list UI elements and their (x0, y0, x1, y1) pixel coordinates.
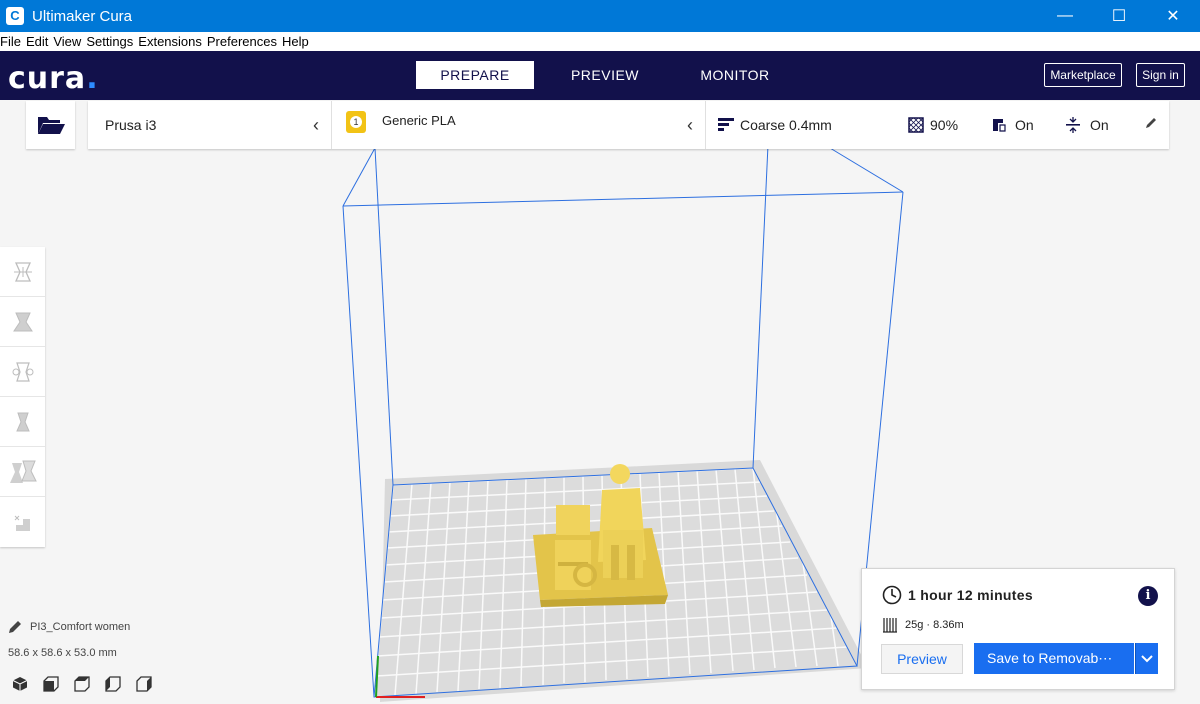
infill-value: 90% (930, 117, 959, 133)
save-to-removable-button[interactable]: Save to Removab⋯ (974, 643, 1134, 674)
tab-monitor[interactable]: MONITOR (676, 61, 794, 89)
edit-settings-button[interactable] (1144, 116, 1158, 130)
marketplace-button[interactable]: Marketplace (1044, 63, 1122, 87)
scale-tool-icon (12, 312, 33, 331)
menu-file[interactable]: File (0, 34, 21, 49)
support-blocker-icon (14, 515, 30, 531)
maximize-button[interactable]: ☐ (1092, 0, 1146, 32)
pencil-icon (9, 621, 21, 633)
print-summary-panel: 1 hour 12 minutes i 25g · 8.36m Preview … (861, 568, 1175, 690)
chevron-left-icon: ‹ (313, 115, 319, 135)
extruder-number: 1 (350, 116, 362, 128)
object-name: PI3_Comfort women (30, 621, 131, 633)
support-value: On (1015, 117, 1034, 133)
view-left-button[interactable] (105, 674, 136, 694)
save-options-dropdown[interactable] (1135, 643, 1158, 674)
cube-3d-icon (12, 677, 28, 691)
logo-dot: . (86, 61, 99, 96)
material-name: Generic PLA (382, 112, 456, 128)
app-header: cura. PREPARE PREVIEW MONITOR Marketplac… (0, 51, 1200, 100)
info-icon[interactable]: i (1138, 586, 1158, 606)
tab-preview[interactable]: PREVIEW (546, 61, 664, 89)
view-right-button[interactable] (136, 674, 167, 694)
window-title: Ultimaker Cura (32, 7, 133, 25)
infill-icon (908, 117, 924, 133)
chevron-down-icon (1141, 654, 1153, 662)
view-orientation-controls (12, 674, 167, 694)
signin-button[interactable]: Sign in (1136, 63, 1185, 87)
clock-icon (882, 585, 902, 605)
adhesion-value: On (1090, 117, 1109, 133)
per-model-settings-tool[interactable] (0, 447, 45, 497)
minimize-button[interactable]: — (1038, 0, 1092, 32)
print-time-value: 1 hour 12 minutes (908, 587, 1033, 603)
rotate-tool-icon (12, 361, 33, 382)
view-top-button[interactable] (74, 674, 105, 694)
pencil-icon (1146, 118, 1156, 128)
tool-panel (0, 247, 45, 547)
printer-name: Prusa i3 (105, 117, 157, 133)
menu-extensions[interactable]: Extensions (138, 34, 202, 49)
object-info: PI3_Comfort women 58.6 x 58.6 x 53.0 mm (8, 620, 130, 672)
material-selector[interactable]: 1 Generic PLA ‹ (332, 101, 706, 149)
view-front-button[interactable] (43, 674, 74, 694)
window-titlebar: C Ultimaker Cura — ☐ ✕ (0, 0, 1200, 32)
menu-view[interactable]: View (53, 34, 81, 49)
cube-right-icon (136, 676, 152, 692)
per-model-settings-icon (9, 460, 37, 483)
material-usage: 25g · 8.36m (882, 617, 964, 633)
support-icon (993, 119, 1006, 132)
rotate-tool[interactable] (0, 347, 45, 397)
scale-tool[interactable] (0, 297, 45, 347)
stage-tabs: PREPARE PREVIEW MONITOR (416, 61, 806, 89)
object-name-row[interactable]: PI3_Comfort women (8, 620, 130, 634)
menu-bar: File Edit View Settings Extensions Prefe… (0, 32, 1200, 51)
spool-icon (883, 618, 897, 633)
menu-settings[interactable]: Settings (86, 34, 133, 49)
menu-help[interactable]: Help (282, 34, 309, 49)
open-file-button[interactable] (26, 101, 75, 149)
chevron-left-icon: ‹ (687, 115, 693, 135)
mirror-tool[interactable] (0, 397, 45, 447)
print-settings-selector[interactable]: Coarse 0.4mm 90% On On (706, 101, 1169, 149)
printer-selector[interactable]: Prusa i3 ‹ (88, 101, 332, 149)
profile-label: Coarse 0.4mm (740, 117, 832, 133)
profile-icon (718, 118, 734, 131)
cube-top-icon (74, 676, 90, 692)
folder-icon (37, 117, 65, 134)
move-tool-icon (13, 261, 32, 282)
stage-menu: Prusa i3 ‹ 1 Generic PLA ‹ Coarse 0.4mm … (88, 101, 1169, 149)
view-3d-button[interactable] (12, 674, 43, 694)
window-controls: — ☐ ✕ (1038, 0, 1200, 32)
logo-text: cura (8, 61, 87, 96)
adhesion-item: On (1066, 117, 1109, 133)
close-button[interactable]: ✕ (1146, 0, 1200, 32)
object-dimensions: 58.6 x 58.6 x 53.0 mm (8, 647, 117, 659)
mirror-tool-icon (15, 412, 30, 431)
cube-left-icon (105, 676, 121, 692)
tab-prepare[interactable]: PREPARE (416, 61, 534, 89)
object-dims-row: 58.6 x 58.6 x 53.0 mm (8, 647, 130, 659)
move-tool[interactable] (0, 247, 45, 297)
cura-logo: cura. (8, 61, 99, 96)
infill-item: 90% (908, 117, 958, 133)
menu-preferences[interactable]: Preferences (207, 34, 277, 49)
extruder-badge-icon: 1 (346, 111, 366, 133)
material-usage-value: 25g · 8.36m (905, 619, 964, 631)
cura-app-icon: C (6, 7, 24, 25)
menu-edit[interactable]: Edit (26, 34, 48, 49)
preview-button[interactable]: Preview (881, 644, 963, 674)
support-item: On (991, 117, 1034, 133)
support-blocker-tool[interactable] (0, 497, 45, 547)
cube-front-icon (43, 676, 59, 692)
adhesion-icon (1066, 117, 1080, 133)
print-time: 1 hour 12 minutes (882, 585, 1033, 605)
profile-item: Coarse 0.4mm (718, 117, 832, 133)
